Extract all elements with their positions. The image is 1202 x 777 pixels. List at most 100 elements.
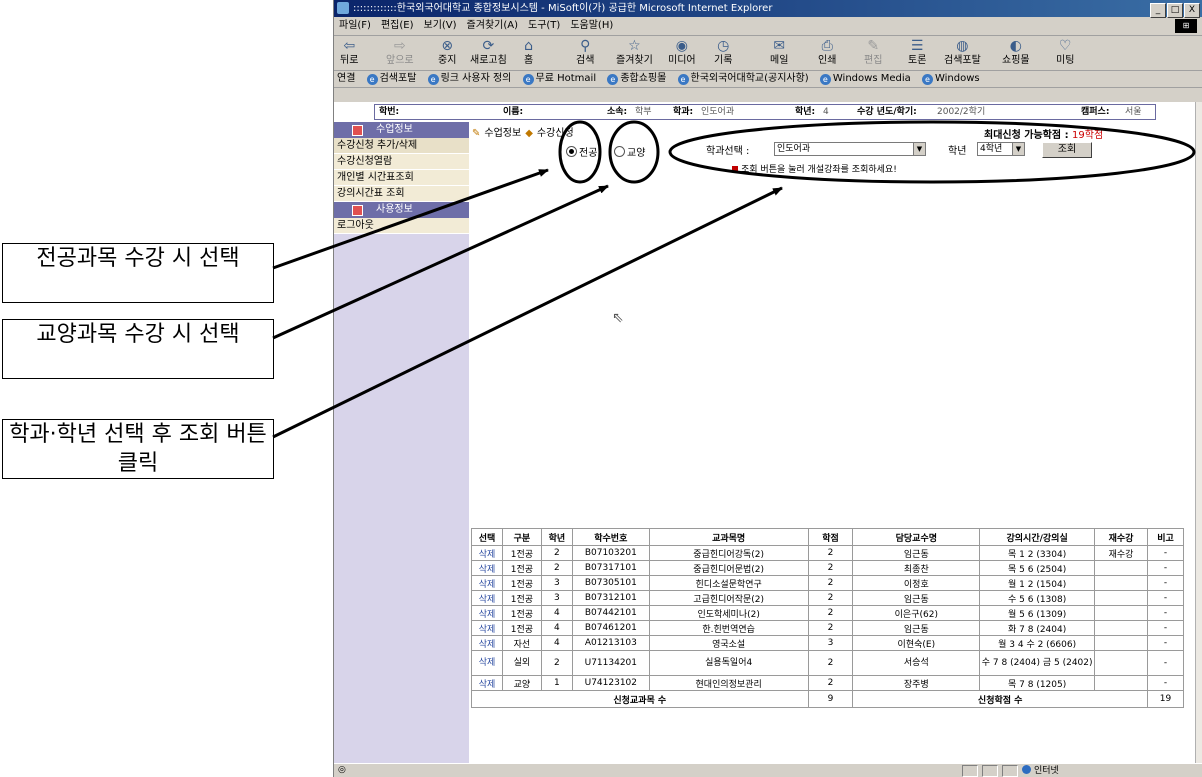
back-arrow-icon: ⇦: [343, 38, 356, 54]
toolbar-stop-button[interactable]: ⊗ 중지: [438, 38, 456, 67]
link-windows-media[interactable]: e Windows Media: [819, 73, 911, 85]
menu-file[interactable]: 파일(F): [339, 20, 371, 31]
link-shopping-mall[interactable]: e 종합쇼핑몰: [607, 73, 666, 85]
delete-link[interactable]: 삭제: [471, 620, 503, 636]
radio-dot-checked: [566, 146, 577, 157]
toolbar-discuss-button[interactable]: ☰ 토론: [908, 38, 926, 67]
table-summary-row: 신청교과목 수 9 신청학점 수 19: [471, 690, 1185, 708]
menu-favorites[interactable]: 즐겨찾기(A): [467, 20, 518, 31]
menu-view[interactable]: 보기(V): [424, 20, 457, 31]
total-courses-value: 9: [807, 690, 854, 708]
delete-link[interactable]: 삭제: [471, 635, 503, 651]
delete-link[interactable]: 삭제: [471, 605, 503, 621]
student-id-label: 학번:: [379, 107, 400, 117]
globe-icon: [1022, 765, 1031, 774]
department-label: 학과:: [673, 107, 694, 117]
total-credits-label: 신청학점 수: [852, 690, 1148, 708]
col-professor: 담당교수명: [852, 528, 981, 546]
toolbar-portal-button[interactable]: ◍ 검색포탈: [944, 38, 981, 67]
ie-link-icon: e: [522, 74, 534, 85]
vertical-scrollbar[interactable]: [1195, 102, 1202, 764]
media-icon: ◉: [675, 38, 688, 54]
grade-select-label: 학년: [948, 146, 967, 157]
registered-courses-table: 선택 구분 학년 학수번호 교과목명 학점 담당교수명 강의시간/강의실 재수강…: [471, 528, 1185, 708]
toolbar-search-button[interactable]: ⚲ 검색: [576, 38, 594, 67]
student-name-label: 이름:: [503, 107, 524, 117]
breadcrumb-class-info[interactable]: 수업정보: [484, 128, 521, 139]
minimize-button[interactable]: _: [1150, 3, 1166, 18]
link-hotmail[interactable]: e 무료 Hotmail: [522, 73, 596, 85]
term-value: 2002/2학기: [937, 107, 986, 117]
link-windows[interactable]: e Windows: [921, 73, 980, 85]
query-hint: 조회 버튼을 눌러 개설강좌를 조회하세요!: [732, 162, 897, 175]
ie-link-icon: e: [677, 74, 689, 85]
nav-item-add-drop[interactable]: 수강신청 추가/삭제: [334, 138, 469, 154]
department-value: 인도어과: [701, 107, 735, 117]
toolbar-mail-button[interactable]: ✉ 메일: [770, 38, 788, 67]
dept-label: 학과선택 :: [706, 146, 750, 157]
link-customize[interactable]: e 링크 사용자 정의: [427, 73, 511, 85]
portal-icon: ◍: [956, 38, 969, 54]
meeting-icon: ♡: [1058, 38, 1072, 54]
toolbar-home-button[interactable]: ⌂ 홈: [524, 38, 533, 67]
edit-icon: ✎: [867, 38, 880, 54]
radio-major[interactable]: 전공: [566, 144, 597, 159]
toolbar-refresh-button[interactable]: ⟳ 새로고침: [470, 38, 507, 67]
links-bar: 연결 e 검색포탈 e 링크 사용자 정의 e 무료 Hotmail e 종합쇼핑몰 e…: [334, 71, 1202, 88]
page-viewport: 학번: 이름: 소속: 학부 학과: 인도어과 학년: 4 수강 년도/학기: …: [334, 102, 1196, 764]
delete-link[interactable]: 삭제: [471, 560, 503, 576]
toolbar-back-button[interactable]: ⇦ 뒤로: [340, 38, 358, 67]
shopping-icon: ◐: [1009, 38, 1022, 54]
toolbar-edit-button[interactable]: ✎ 편집: [864, 38, 882, 67]
toolbar-history-button[interactable]: ◷ 기록: [714, 38, 732, 67]
delete-link[interactable]: 삭제: [471, 675, 503, 691]
delete-link[interactable]: 삭제: [471, 650, 503, 676]
stop-icon: ⊗: [441, 38, 454, 54]
grade-label: 학년:: [795, 107, 816, 117]
section-icon: [352, 205, 363, 216]
close-button[interactable]: X: [1184, 3, 1200, 18]
ie-link-icon: e: [427, 74, 439, 85]
col-credits: 학점: [807, 528, 854, 546]
radio-dot-unchecked: [614, 146, 625, 157]
menu-edit[interactable]: 편집(E): [381, 20, 414, 31]
maximize-button[interactable]: □: [1167, 3, 1183, 18]
status-bar: ◎ 인터넷: [334, 763, 1202, 777]
toolbar-media-button[interactable]: ◉ 미디어: [668, 38, 696, 67]
print-icon: ⎙: [821, 38, 833, 54]
delete-link[interactable]: 삭제: [471, 575, 503, 591]
nav-item-lecture-timetable[interactable]: 강의시간표 조회: [334, 186, 469, 202]
term-label: 수강 년도/학기:: [857, 107, 917, 117]
toolbar-shopping-button[interactable]: ◐ 쇼핑몰: [1002, 38, 1030, 67]
query-button[interactable]: 조회: [1042, 142, 1092, 158]
toolbar-forward-button[interactable]: ⇨ 앞으로: [386, 38, 414, 67]
delete-link[interactable]: 삭제: [471, 545, 503, 561]
menu-tools[interactable]: 도구(T): [528, 20, 560, 31]
callout-query-text: 학과·학년 선택 후 조회 버튼 클릭: [9, 422, 267, 476]
callout-general: 교양과목 수강 시 선택: [2, 319, 274, 379]
breadcrumb: ✎ 수업정보 ◆ 수강신청: [472, 124, 574, 139]
col-retake: 재수강: [1094, 528, 1148, 546]
link-search-portal[interactable]: e 검색포탈: [366, 73, 416, 85]
nav-item-personal-timetable[interactable]: 개인별 시간표조회: [334, 170, 469, 186]
radio-general[interactable]: 교양: [614, 144, 645, 159]
discuss-icon: ☰: [910, 38, 924, 54]
breadcrumb-registration[interactable]: 수강신청: [537, 128, 574, 139]
grade-value: 4: [823, 107, 829, 117]
delete-link[interactable]: 삭제: [471, 590, 503, 606]
toolbar-favorites-button[interactable]: ☆ 즐겨찾기: [616, 38, 653, 67]
links-label: 연결: [337, 73, 356, 84]
toolbar-meeting-button[interactable]: ♡ 미팅: [1056, 38, 1074, 67]
table-row: 삭제 실외 2 U71134201 실용독일어4 2 서승석 수 7 8 (2404) 금 5…: [471, 650, 1185, 676]
link-hufs-notice[interactable]: e 한국외국어대학교(공지사항): [677, 73, 809, 85]
callout-major-text: 전공과목 수강 시 선택: [36, 246, 240, 271]
grade-select[interactable]: 4학년 ▼: [977, 142, 1025, 156]
dept-select[interactable]: 인도어과 ▼: [774, 142, 926, 156]
nav-item-logout[interactable]: 로그아웃: [334, 218, 469, 234]
menu-help[interactable]: 도움말(H): [570, 20, 613, 31]
status-pane: [982, 765, 998, 777]
nav-item-view-registration[interactable]: 수강신청열람: [334, 154, 469, 170]
home-icon: ⌂: [524, 38, 534, 54]
col-category: 구분: [501, 528, 542, 546]
toolbar-print-button[interactable]: ⎙ 인쇄: [818, 38, 836, 67]
